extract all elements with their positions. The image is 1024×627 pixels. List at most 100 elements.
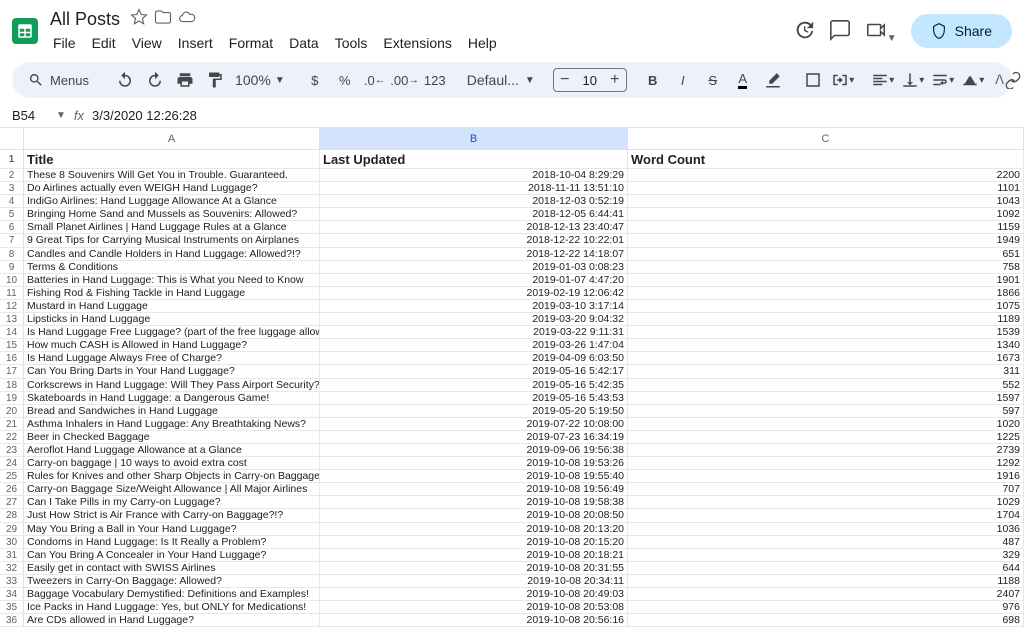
menu-extensions[interactable]: Extensions <box>376 32 458 54</box>
cell[interactable]: 2018-12-13 23:40:47 <box>320 221 628 233</box>
cell[interactable]: 2019-03-22 9:11:31 <box>320 326 628 338</box>
row-header[interactable]: 15 <box>0 339 24 351</box>
cell[interactable]: Carry-on baggage | 10 ways to avoid extr… <box>24 457 320 469</box>
row-header[interactable]: 18 <box>0 379 24 391</box>
cell[interactable]: Can You Bring A Concealer in Your Hand L… <box>24 549 320 561</box>
row-header[interactable]: 34 <box>0 588 24 600</box>
cell[interactable]: 1901 <box>628 274 1024 286</box>
decrease-font-button[interactable]: − <box>554 71 576 89</box>
row-header[interactable]: 9 <box>0 261 24 273</box>
cell[interactable]: 1704 <box>628 509 1024 521</box>
cell[interactable]: Condoms in Hand Luggage: Is It Really a … <box>24 536 320 548</box>
row-header[interactable]: 19 <box>0 392 24 404</box>
cell[interactable]: These 8 Souvenirs Will Get You in Troubl… <box>24 169 320 181</box>
bold-button[interactable]: B <box>639 66 667 94</box>
undo-button[interactable] <box>111 66 139 94</box>
cell[interactable]: Beer in Checked Baggage <box>24 431 320 443</box>
cell[interactable]: 2739 <box>628 444 1024 456</box>
cell[interactable]: 2019-09-06 19:56:38 <box>320 444 628 456</box>
formula-input[interactable]: 3/3/2020 12:26:28 <box>92 108 197 123</box>
row-header[interactable]: 32 <box>0 562 24 574</box>
cell[interactable]: Title <box>24 150 320 168</box>
row-header[interactable]: 26 <box>0 483 24 495</box>
row-header[interactable]: 16 <box>0 352 24 364</box>
cell[interactable]: Skateboards in Hand Luggage: a Dangerous… <box>24 392 320 404</box>
share-button[interactable]: Share <box>911 14 1012 48</box>
cell[interactable]: 2019-01-07 4:47:20 <box>320 274 628 286</box>
row-header[interactable]: 13 <box>0 313 24 325</box>
strikethrough-button[interactable]: S <box>699 66 727 94</box>
cell[interactable]: 2019-10-08 20:18:21 <box>320 549 628 561</box>
cell[interactable]: Just How Strict is Air France with Carry… <box>24 509 320 521</box>
cell[interactable]: 2019-02-19 12:06:42 <box>320 287 628 299</box>
zoom-select[interactable]: 100%▼ <box>231 72 289 88</box>
col-header-B[interactable]: B <box>320 128 628 149</box>
cell[interactable]: Lipsticks in Hand Luggage <box>24 313 320 325</box>
cell[interactable]: 2019-10-08 19:56:49 <box>320 483 628 495</box>
cell[interactable]: Bread and Sandwiches in Hand Luggage <box>24 405 320 417</box>
menu-edit[interactable]: Edit <box>85 32 123 54</box>
rotate-button[interactable]: ▾ <box>959 66 987 94</box>
expand-toolbar-icon[interactable]: ᐱ <box>995 72 1004 88</box>
cell[interactable]: 2019-10-08 20:31:55 <box>320 562 628 574</box>
cell[interactable]: Corkscrews in Hand Luggage: Will They Pa… <box>24 379 320 391</box>
cell[interactable]: 1539 <box>628 326 1024 338</box>
cell[interactable]: Do Airlines actually even WEIGH Hand Lug… <box>24 182 320 194</box>
cell[interactable]: Is Hand Luggage Free Luggage? (part of t… <box>24 326 320 338</box>
wrap-button[interactable]: ▾ <box>929 66 957 94</box>
cell[interactable]: May You Bring a Ball in Your Hand Luggag… <box>24 523 320 535</box>
row-header[interactable]: 1 <box>0 150 24 168</box>
cell[interactable]: 2019-07-22 10:08:00 <box>320 418 628 430</box>
cell[interactable]: 2019-05-16 5:42:17 <box>320 365 628 377</box>
cell[interactable]: Are CDs allowed in Hand Luggage? <box>24 614 320 626</box>
cell[interactable]: 2019-10-08 20:13:20 <box>320 523 628 535</box>
cell[interactable]: How much CASH is Allowed in Hand Luggage… <box>24 339 320 351</box>
name-box[interactable]: B54 <box>8 108 56 123</box>
row-header[interactable]: 29 <box>0 523 24 535</box>
cell[interactable]: 1189 <box>628 313 1024 325</box>
row-header[interactable]: 10 <box>0 274 24 286</box>
cell[interactable]: 9 Great Tips for Carrying Musical Instru… <box>24 234 320 246</box>
cell[interactable]: 2018-12-03 0:52:19 <box>320 195 628 207</box>
sheets-logo[interactable] <box>12 18 38 44</box>
row-header[interactable]: 8 <box>0 248 24 260</box>
cell[interactable]: Aeroflot Hand Luggage Allowance at a Gla… <box>24 444 320 456</box>
cell[interactable]: Baggage Vocabulary Demystified: Definiti… <box>24 588 320 600</box>
select-all-corner[interactable] <box>0 128 24 149</box>
cell[interactable]: 1075 <box>628 300 1024 312</box>
cell[interactable]: 1340 <box>628 339 1024 351</box>
percent-button[interactable]: % <box>331 66 359 94</box>
cell[interactable]: 2019-05-16 5:43:53 <box>320 392 628 404</box>
cell[interactable]: 597 <box>628 405 1024 417</box>
italic-button[interactable]: I <box>669 66 697 94</box>
redo-button[interactable] <box>141 66 169 94</box>
row-header[interactable]: 27 <box>0 496 24 508</box>
menu-tools[interactable]: Tools <box>328 32 375 54</box>
text-color-button[interactable]: A <box>729 66 757 94</box>
halign-button[interactable]: ▾ <box>869 66 897 94</box>
cell[interactable]: 707 <box>628 483 1024 495</box>
cell[interactable]: 2019-01-03 0:08:23 <box>320 261 628 273</box>
cell[interactable]: Word Count <box>628 150 1024 168</box>
cell[interactable]: 2019-03-20 9:04:32 <box>320 313 628 325</box>
cell[interactable]: 1043 <box>628 195 1024 207</box>
row-header[interactable]: 5 <box>0 208 24 220</box>
cell[interactable]: 1673 <box>628 352 1024 364</box>
cell[interactable]: Rules for Knives and other Sharp Objects… <box>24 470 320 482</box>
cell[interactable]: IndiGo Airlines: Hand Luggage Allowance … <box>24 195 320 207</box>
row-header[interactable]: 17 <box>0 365 24 377</box>
decrease-decimal-button[interactable]: .0← <box>361 66 389 94</box>
cell[interactable]: 2019-10-08 19:55:40 <box>320 470 628 482</box>
comment-icon[interactable] <box>829 19 851 44</box>
cell[interactable]: 1916 <box>628 470 1024 482</box>
row-header[interactable]: 22 <box>0 431 24 443</box>
increase-decimal-button[interactable]: .00→ <box>391 66 419 94</box>
print-button[interactable] <box>171 66 199 94</box>
cell[interactable]: 1949 <box>628 234 1024 246</box>
cell[interactable]: Mustard in Hand Luggage <box>24 300 320 312</box>
row-header[interactable]: 11 <box>0 287 24 299</box>
row-header[interactable]: 20 <box>0 405 24 417</box>
row-header[interactable]: 30 <box>0 536 24 548</box>
cell[interactable]: 487 <box>628 536 1024 548</box>
valign-button[interactable]: ▾ <box>899 66 927 94</box>
